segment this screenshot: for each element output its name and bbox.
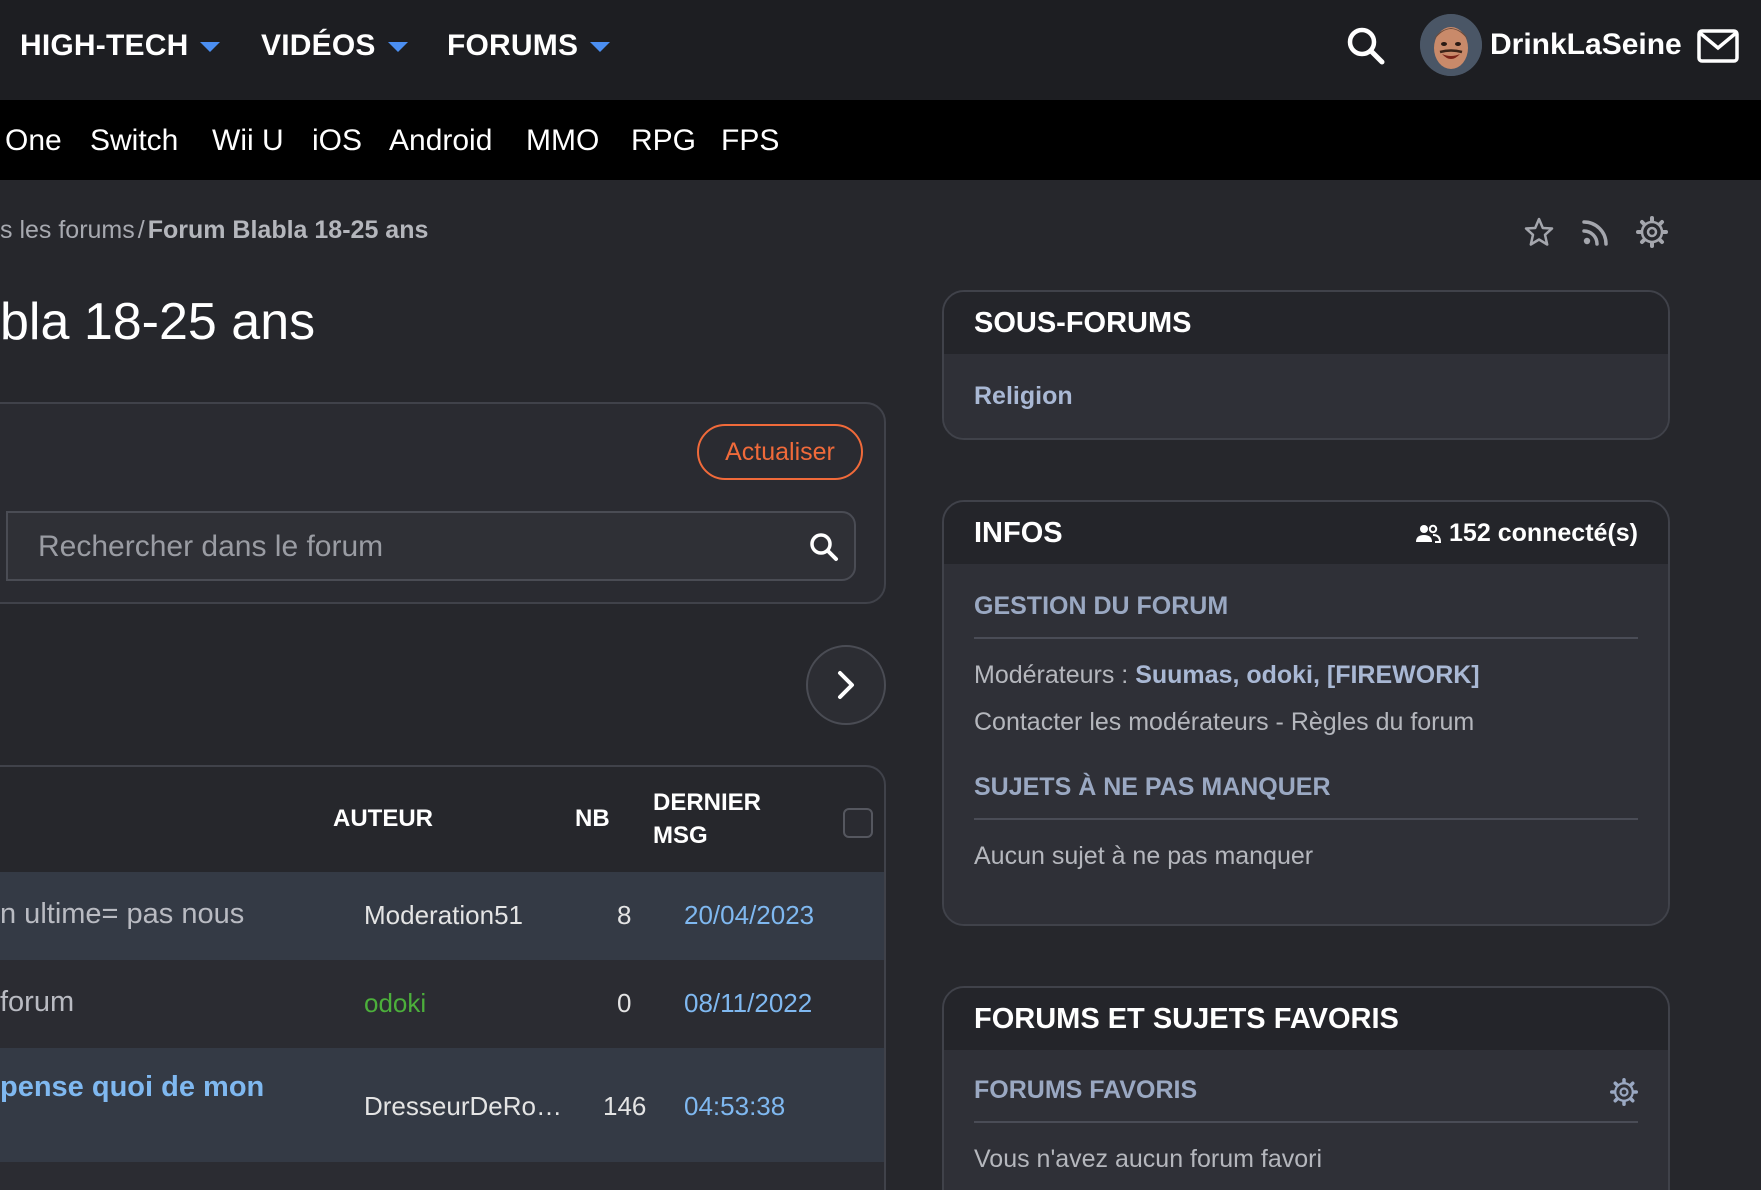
next-page-button[interactable] [806,645,886,725]
search-icon[interactable] [808,531,840,563]
chevron-down-icon [200,42,221,52]
rss-icon[interactable] [1580,216,1612,248]
search-icon[interactable] [1346,26,1386,66]
topic-count: 8 [617,900,632,930]
breadcrumb-separator: / [137,216,145,244]
topic-title[interactable]: n ultime= pas nous [0,898,244,931]
nav-videos[interactable]: VIDÉOS [261,26,408,66]
chevron-down-icon [590,42,611,52]
topic-last-message[interactable]: 08/11/2022 [684,988,812,1019]
chevron-down-icon [387,42,408,52]
platform-link[interactable]: One [5,124,62,158]
divider [974,818,1638,820]
platform-link[interactable]: iOS [312,124,362,158]
forum-rules-link[interactable]: Règles du forum [1291,708,1474,736]
connected-count-label: 152 connecté(s) [1449,518,1638,547]
platform-link[interactable]: MMO [526,124,599,158]
topic-last-message[interactable]: 04:53:38 [684,1091,785,1122]
nav-forums[interactable]: FORUMS [447,26,611,66]
topic-title[interactable]: pense quoi de mon [0,1071,264,1104]
favorites-header: FORUMS ET SUJETS FAVORIS [944,988,1668,1050]
nav-high-tech[interactable]: HIGH-TECH [20,26,221,66]
chevron-right-icon [838,671,854,699]
nav-forums-label: FORUMS [447,29,579,62]
moderators-label: Modérateurs : [974,661,1136,689]
favorites-title: FORUMS ET SUJETS FAVORIS [974,1002,1399,1035]
must-see-title: SUJETS À NE PAS MANQUER [974,773,1331,801]
favorites-body: FORUMS FAVORIS Vous n'avez aucun forum f… [944,1050,1668,1190]
breadcrumb: s les forums / Forum Blabla 18-25 ans [0,216,428,245]
moderators-line: Modérateurs : Suumas, odoki, [FIREWORK] [974,661,1638,690]
topic-count: 0 [617,988,632,1018]
infos-title: INFOS [974,516,1063,549]
moderators-list[interactable]: Suumas, odoki, [FIREWORK] [1135,661,1479,689]
platform-link[interactable]: FPS [721,124,779,158]
connected-count: 152 connecté(s) [1415,519,1638,548]
infos-body: GESTION DU FORUM Modérateurs : Suumas, o… [944,564,1668,924]
subforums-card: SOUS-FORUMS Religion [942,290,1670,440]
topic-author[interactable]: Moderation51 [364,900,523,931]
contact-moderators-link[interactable]: Contacter les modérateurs [974,708,1269,736]
divider [974,1121,1638,1123]
col-count[interactable]: NB [575,802,610,835]
platform-link[interactable]: Wii U [212,124,284,158]
subforums-body: Religion [944,354,1668,438]
select-all-checkbox[interactable] [843,808,873,838]
separator-dash: - [1268,708,1291,736]
forum-search [6,511,856,581]
avatar-image [1420,14,1482,76]
refresh-button[interactable]: Actualiser [697,424,863,480]
subforums-title: SOUS-FORUMS [974,306,1192,339]
favorite-forums-title: FORUMS FAVORIS [974,1076,1198,1104]
subforum-link-religion[interactable]: Religion [974,382,1073,410]
table-row[interactable]: forum odoki 0 08/11/2022 [0,958,884,1046]
contact-line: Contacter les modérateurs - Règles du fo… [974,708,1638,737]
infos-header: INFOS 152 connecté(s) [944,502,1668,564]
table-row-bg [0,1162,884,1190]
nav-high-tech-label: HIGH-TECH [20,29,189,62]
gear-icon[interactable] [1636,216,1668,248]
top-navbar: HIGH-TECH VIDÉOS FORUMS DrinkLaSeine [0,0,1761,100]
col-last-message-line2: MSG [653,822,708,849]
table-row[interactable]: pense quoi de mon DresseurDeRo… 146 04:5… [0,1046,884,1160]
users-icon [1416,524,1442,543]
favorites-card: FORUMS ET SUJETS FAVORIS FORUMS FAVORIS … [942,986,1670,1190]
col-last-message-line1: DERNIER [653,789,762,816]
favorite-forums-empty: Vous n'avez aucun forum favori [974,1145,1323,1173]
topic-last-message[interactable]: 20/04/2023 [684,900,814,931]
topic-title[interactable]: forum [0,986,74,1019]
platform-link[interactable]: RPG [631,124,696,158]
gear-icon[interactable] [1610,1078,1638,1106]
table-row[interactable]: n ultime= pas nous Moderation51 8 20/04/… [0,870,884,958]
topic-author[interactable]: DresseurDeRo… [364,1091,562,1122]
username[interactable]: DrinkLaSeine [1490,28,1682,62]
nav-videos-label: VIDÉOS [261,29,376,62]
topic-author[interactable]: odoki [364,988,426,1019]
col-last-message[interactable]: DERNIER MSG [653,786,761,852]
col-author[interactable]: AUTEUR [333,802,433,835]
platform-link[interactable]: Switch [90,124,178,158]
divider [974,637,1638,639]
topic-count: 146 [603,1091,647,1121]
star-icon[interactable] [1523,216,1555,248]
mail-icon[interactable] [1697,28,1739,64]
breadcrumb-current: Forum Blabla 18-25 ans [147,216,429,244]
breadcrumb-parent[interactable]: s les forums [0,216,135,244]
page-title: bla 18-25 ans [0,293,316,351]
forum-management-title: GESTION DU FORUM [974,592,1229,620]
infos-card: INFOS 152 connecté(s) GESTION DU FORUM M… [942,500,1670,926]
must-see-empty: Aucun sujet à ne pas manquer [974,842,1314,870]
platform-link[interactable]: Android [389,124,492,158]
subforums-header: SOUS-FORUMS [944,292,1668,354]
search-input[interactable] [38,527,778,567]
avatar[interactable] [1420,14,1482,76]
